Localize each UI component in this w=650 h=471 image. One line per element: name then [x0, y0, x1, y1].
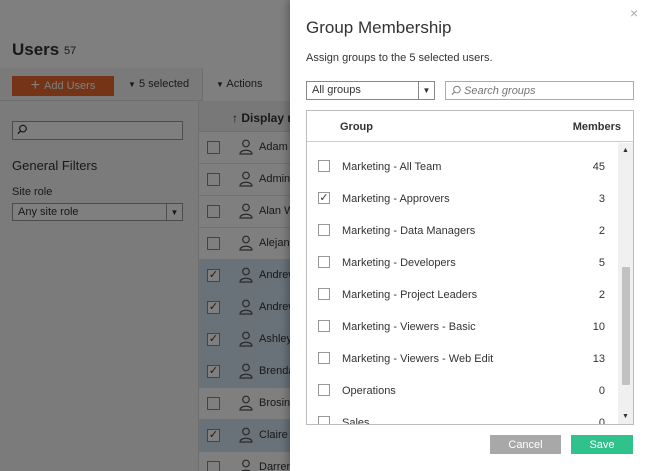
group-member-count: 0 — [598, 417, 605, 425]
group-checkbox[interactable] — [318, 224, 330, 236]
group-name: Marketing - All Team — [342, 161, 442, 173]
group-search-field[interactable] — [445, 81, 634, 100]
dialog-subtitle: Assign groups to the 5 selected users. — [306, 52, 493, 64]
group-member-count: 45 — [592, 161, 605, 173]
group-checkbox[interactable] — [318, 416, 330, 424]
group-checkbox[interactable] — [318, 288, 330, 300]
dialog-title: Group Membership — [306, 18, 452, 37]
groups-table-header: Group Members — [307, 111, 633, 142]
group-checkbox[interactable] — [318, 320, 330, 332]
group-name: Marketing - Approvers — [342, 193, 450, 205]
group-search-input[interactable] — [464, 83, 629, 98]
group-row[interactable]: ✓ Marketing - Approvers 3 — [307, 182, 619, 214]
scroll-down-arrow-icon[interactable]: ▼ — [618, 411, 633, 423]
group-name: Sales — [342, 417, 370, 425]
group-membership-dialog: Group Membership × Assign groups to the … — [290, 0, 650, 471]
group-checkbox[interactable] — [318, 160, 330, 172]
group-row[interactable]: Marketing - Developers 5 — [307, 246, 619, 278]
group-row[interactable]: Marketing - Viewers - Basic 10 — [307, 310, 619, 342]
group-row[interactable]: Marketing - Project Leaders 2 — [307, 278, 619, 310]
members-column-header[interactable]: Members — [573, 121, 621, 133]
group-row[interactable]: Marketing - Data Managers 2 — [307, 214, 619, 246]
group-checkbox[interactable]: ✓ — [318, 192, 330, 204]
caret-down-icon: ▼ — [418, 82, 434, 99]
scroll-up-arrow-icon[interactable]: ▲ — [618, 145, 633, 157]
group-member-count: 3 — [598, 193, 605, 205]
group-row[interactable]: Marketing - Viewers - Web Edit 13 — [307, 342, 619, 374]
group-name: Marketing - Data Managers — [342, 225, 476, 237]
group-name: Marketing - Project Leaders — [342, 289, 478, 301]
group-member-count: 5 — [598, 257, 605, 269]
group-row[interactable]: Operations 0 — [307, 374, 619, 406]
close-icon[interactable]: × — [630, 5, 638, 21]
group-name: Marketing - Viewers - Web Edit — [342, 353, 494, 365]
group-row[interactable]: Marketing - All Team 45 — [307, 150, 619, 182]
group-member-count: 0 — [598, 385, 605, 397]
group-checkbox[interactable] — [318, 384, 330, 396]
group-row[interactable]: Sales 0 — [307, 406, 619, 425]
groups-table: Group Members Marketing - All Team 45 ✓ Mar… — [306, 110, 634, 425]
group-name: Marketing - Viewers - Basic — [342, 321, 476, 333]
search-icon — [451, 85, 461, 96]
cancel-button[interactable]: Cancel — [490, 435, 561, 454]
group-member-count: 2 — [598, 225, 605, 237]
group-column-header[interactable]: Group — [340, 121, 373, 133]
scroll-thumb[interactable] — [622, 267, 630, 385]
group-member-count: 10 — [592, 321, 605, 333]
groups-scrollbar[interactable]: ▲ ▼ — [618, 143, 633, 424]
group-name: Marketing - Developers — [342, 257, 456, 269]
group-member-count: 13 — [592, 353, 605, 365]
group-member-count: 2 — [598, 289, 605, 301]
group-name: Operations — [342, 385, 396, 397]
group-checkbox[interactable] — [318, 352, 330, 364]
group-filter-value: All groups — [312, 84, 361, 96]
group-checkbox[interactable] — [318, 256, 330, 268]
group-filter-select[interactable]: All groups ▼ — [306, 81, 435, 100]
save-button[interactable]: Save — [571, 435, 633, 454]
